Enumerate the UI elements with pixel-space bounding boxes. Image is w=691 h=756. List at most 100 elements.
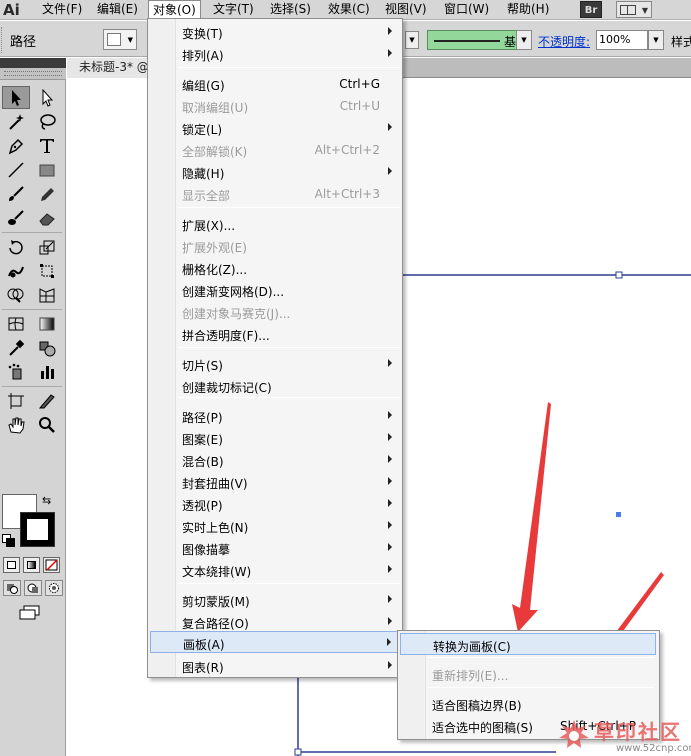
column-graph-tool[interactable] (33, 360, 61, 383)
mesh-tool[interactable] (2, 312, 30, 335)
menu-file[interactable]: 文件(F) (38, 0, 86, 20)
menu-object[interactable]: 对象(O) (148, 0, 201, 20)
object-menu-item[interactable]: 剪切蒙版(M) (150, 589, 400, 611)
default-colors-icon[interactable] (2, 534, 15, 547)
object-menu-item[interactable]: 文本绕排(W) (150, 559, 400, 581)
submenu-arrow-icon (388, 661, 392, 669)
watermark-url: www.52cnp.com (616, 743, 691, 754)
line-tool[interactable] (2, 158, 30, 181)
blob-brush-icon (8, 209, 24, 225)
scale-tool[interactable] (33, 235, 61, 258)
menu-separator (178, 397, 400, 398)
selection-tool[interactable] (2, 86, 30, 109)
color-mode-button[interactable] (3, 557, 20, 573)
tools-panel-grip[interactable] (0, 68, 66, 80)
object-menu-item[interactable]: 编组(G) Ctrl+G (150, 73, 400, 95)
stroke-profile-arrow[interactable]: ▼ (516, 30, 532, 50)
menu-window[interactable]: 窗口(W) (440, 0, 493, 20)
object-menu-item-label: 编组(G) (182, 79, 225, 93)
opacity-input[interactable]: 100% (596, 30, 648, 50)
pencil-tool[interactable] (33, 182, 61, 205)
artboard-tool[interactable] (2, 389, 30, 412)
pen-tool[interactable] (2, 134, 30, 157)
rectangle-tool[interactable] (33, 158, 61, 181)
object-menu-item[interactable]: 图像描摹 (150, 537, 400, 559)
eyedropper-tool[interactable] (2, 336, 30, 359)
menu-select[interactable]: 选择(S) (266, 0, 315, 20)
eyedropper-icon (9, 339, 25, 356)
eraser-tool[interactable] (33, 206, 61, 229)
chevron-down-icon: ▼ (641, 6, 648, 15)
fill-color-dropdown[interactable]: ▼ (103, 29, 137, 50)
paintbrush-tool[interactable] (2, 182, 30, 205)
draw-inside-icon (49, 583, 59, 593)
object-menu-item[interactable]: 锁定(L) (150, 117, 400, 139)
gradient-mode-button[interactable] (23, 557, 40, 573)
draw-inside-button[interactable] (45, 580, 63, 596)
free-transform-tool[interactable] (33, 259, 61, 282)
draw-normal-button[interactable] (3, 580, 21, 596)
object-menu-item[interactable]: 扩展(X)... (150, 213, 400, 235)
object-menu-item[interactable]: 栅格化(Z)... (150, 257, 400, 279)
type-tool[interactable] (33, 134, 61, 157)
gradient-icon (39, 317, 55, 330)
bridge-button[interactable]: Br (580, 1, 602, 18)
symbol-sprayer-tool[interactable] (2, 360, 30, 383)
object-menu-item[interactable]: 变换(T) (150, 21, 400, 43)
watermark-logo-icon (559, 720, 589, 748)
submenu-arrow-icon (388, 521, 392, 529)
object-menu-item-label: 全部解锁(K) (182, 145, 248, 159)
draw-behind-button[interactable] (24, 580, 42, 596)
document-tab[interactable]: 未标题-3* @ (67, 58, 156, 78)
swap-fill-stroke-icon[interactable]: ⇆ (42, 494, 51, 507)
menu-view[interactable]: 视图(V) (381, 0, 431, 20)
opacity-dropdown[interactable]: ▼ (648, 30, 664, 50)
object-menu-item[interactable]: 实时上色(N) (150, 515, 400, 537)
arrange-documents-button[interactable]: ▼ (616, 1, 652, 18)
artboard-submenu-item[interactable]: 转换为画板(C) (400, 633, 656, 655)
object-menu-item[interactable]: 创建裁切标记(C) (150, 375, 400, 397)
zoom-tool[interactable] (33, 413, 61, 436)
object-menu-item[interactable]: 切片(S) (150, 353, 400, 375)
magic-wand-tool[interactable] (2, 110, 30, 133)
object-menu-item[interactable]: 隐藏(H) (150, 161, 400, 183)
object-menu-item[interactable]: 排列(A) (150, 43, 400, 65)
menu-help[interactable]: 帮助(H) (503, 0, 553, 20)
panel-grip[interactable] (1, 27, 4, 53)
object-menu-item[interactable]: 路径(P) (150, 405, 400, 427)
object-menu-item[interactable]: 图案(E) (150, 427, 400, 449)
none-mode-button[interactable] (43, 557, 60, 573)
opacity-link[interactable]: 不透明度: (538, 33, 590, 50)
direct-selection-tool[interactable] (33, 86, 61, 109)
object-menu-item[interactable]: 封套扭曲(V) (150, 471, 400, 493)
object-menu-item[interactable]: 透视(P) (150, 493, 400, 515)
object-menu-item[interactable]: 复合路径(O) (150, 611, 400, 633)
object-menu-item[interactable]: 混合(B) (150, 449, 400, 471)
rotate-tool[interactable] (2, 235, 30, 258)
hand-tool[interactable] (2, 413, 30, 436)
shape-builder-tool[interactable] (2, 283, 30, 306)
shortcut-label: Ctrl+G (339, 77, 380, 91)
menu-edit[interactable]: 编辑(E) (93, 0, 142, 20)
perspective-grid-tool[interactable] (33, 283, 61, 306)
warp-tool[interactable] (2, 259, 30, 282)
blend-tool[interactable] (33, 336, 61, 359)
object-menu-item[interactable]: 图表(R) (150, 655, 400, 677)
tools-panel-header[interactable] (0, 58, 66, 68)
lasso-tool[interactable] (33, 110, 61, 133)
stroke-weight-dropdown[interactable]: ▼ (405, 31, 419, 49)
gradient-tool[interactable] (33, 312, 61, 335)
slice-tool[interactable] (33, 389, 61, 412)
menu-type[interactable]: 文字(T) (209, 0, 258, 20)
blob-brush-tool[interactable] (2, 206, 30, 229)
screen-mode-button[interactable] (19, 605, 41, 620)
artboard-submenu-item[interactable]: 适合图稿边界(B) (400, 693, 656, 715)
object-menu-item[interactable]: 画板(A) (150, 631, 400, 653)
slice-tool-icon (38, 393, 55, 408)
object-menu-item[interactable]: 创建渐变网格(D)... (150, 279, 400, 301)
menu-effect[interactable]: 效果(C) (324, 0, 374, 20)
stroke-color-box[interactable] (20, 512, 55, 547)
object-menu-item-label: 实时上色(N) (182, 521, 249, 535)
object-menu-item[interactable]: 拼合透明度(F)... (150, 323, 400, 345)
chevron-down-icon: ▼ (127, 36, 133, 44)
